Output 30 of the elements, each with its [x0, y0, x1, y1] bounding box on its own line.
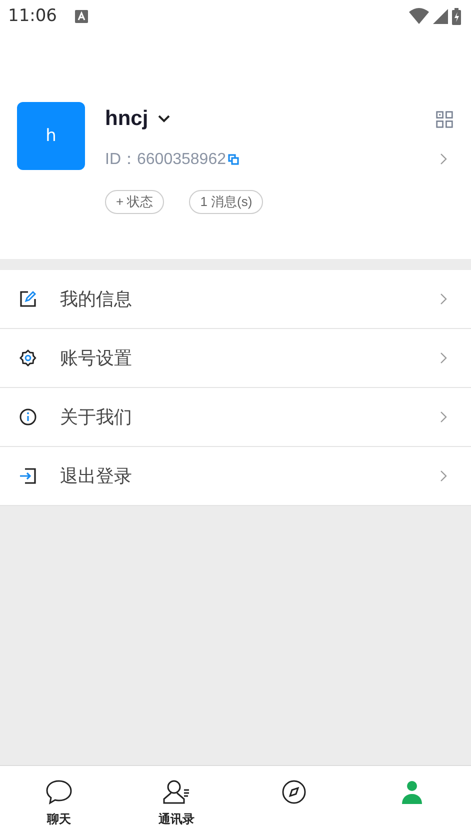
chevron-down-icon[interactable] — [158, 115, 170, 123]
chevron-right-icon — [440, 411, 447, 423]
edit-icon — [19, 290, 37, 308]
info-icon — [19, 408, 37, 426]
chevron-right-icon[interactable] — [440, 153, 447, 165]
logout-icon — [19, 467, 37, 485]
chevron-right-icon — [440, 470, 447, 482]
signal-icon — [433, 8, 448, 24]
copy-icon[interactable] — [228, 154, 239, 164]
user-name: hncj — [105, 107, 148, 131]
menu-item[interactable]: 我的信息 — [0, 270, 471, 329]
battery-icon — [452, 8, 461, 24]
user-id: ID：6600358962 — [105, 150, 226, 170]
qr-code-icon[interactable] — [436, 110, 453, 128]
status-chip[interactable]: + 状态 — [105, 190, 164, 214]
menu-item[interactable]: 关于我们 — [0, 388, 471, 447]
compass-icon — [281, 779, 308, 805]
menu-item[interactable]: 账号设置 — [0, 329, 471, 388]
chevron-right-icon — [440, 352, 447, 364]
contacts-icon — [162, 779, 192, 805]
notification-icon — [75, 10, 88, 22]
nav-tab[interactable]: 聊天 — [0, 766, 118, 839]
chat-bubble-icon — [44, 779, 73, 805]
settings-icon — [19, 349, 37, 367]
menu-item[interactable]: 退出登录 — [0, 447, 471, 506]
nav-tab[interactable]: 通讯录 — [118, 766, 236, 839]
status-time: 11:06 — [8, 6, 57, 26]
chevron-right-icon — [440, 293, 447, 305]
wifi-icon — [409, 8, 429, 24]
status-chip[interactable]: 1 消息(s) — [189, 190, 264, 214]
